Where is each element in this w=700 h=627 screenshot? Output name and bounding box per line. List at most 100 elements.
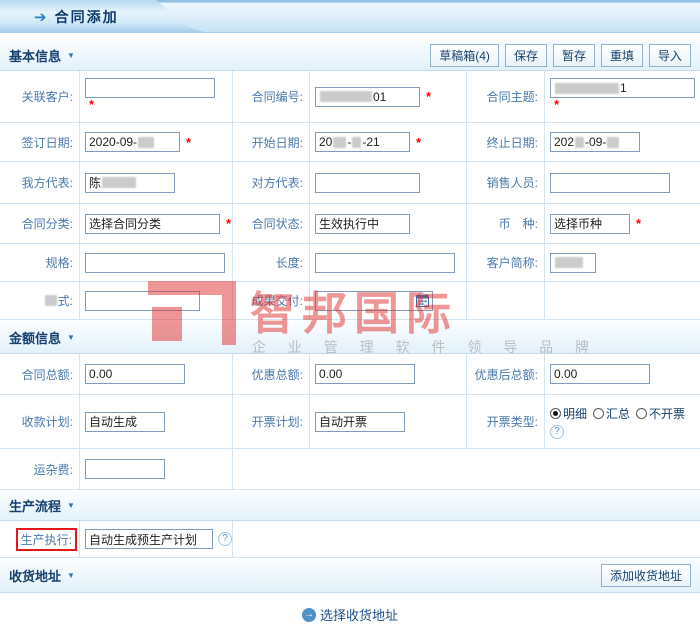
cust-abbr-label: 客户简称: [467,244,545,281]
caret-down-icon: ▼ [67,51,75,60]
category-label: 合同分类: [0,204,80,243]
section-basic-title: 基本信息 [9,46,61,65]
temp-save-button[interactable]: 暂存 [553,44,595,67]
end-date-label: 终止日期: [467,123,545,161]
category-input[interactable] [85,214,220,234]
invoice-plan-input[interactable] [315,412,405,432]
discount-input[interactable] [315,364,415,384]
top-tab-bar: ➔ 合同添加 [0,0,700,33]
freight-label: 运杂费: [0,449,80,489]
circle-arrow-icon: → [302,608,316,622]
select-address-link[interactable]: → 选择收货地址 [302,602,398,627]
contract-no-visible: 01 [373,90,386,104]
add-address-button[interactable]: 添加收货地址 [601,564,691,587]
spec-label: 规格: [0,244,80,281]
row-basic-6: 式: 成果交付: [0,282,700,320]
total-label: 合同总额: [0,354,80,394]
related-customer-input[interactable] [85,78,215,98]
end-date-part: 202 [554,135,574,149]
discount-label: 优惠总额: [233,354,310,394]
start-date-input[interactable]: 20--21 [315,132,410,152]
footer: → 选择收货地址 [0,593,700,627]
row-basic-3: 我方代表: 陈 对方代表: 销售人员: [0,162,700,204]
select-address-link-text: 选择收货地址 [320,605,398,624]
production-exec-input[interactable] [85,529,213,549]
spec-input[interactable] [85,253,225,273]
caret-down-icon: ▼ [67,501,75,510]
radio-invoice-none-label[interactable]: 不开票 [649,405,685,422]
sign-date-visible: 2020-09- [89,135,137,149]
section-production-toggle[interactable]: 生产流程 ▼ [9,496,75,515]
sign-date-label: 签订日期: [0,123,80,161]
start-date-label: 开始日期: [233,123,310,161]
radio-invoice-detail[interactable] [550,408,561,419]
start-date-part: -21 [362,135,379,149]
redacted-text [555,83,619,94]
radio-invoice-detail-label[interactable]: 明细 [563,405,587,422]
cust-abbr-input[interactable] [550,253,596,273]
section-amount-toggle[interactable]: 金额信息 ▼ [9,328,75,347]
empty-cell [467,282,545,319]
start-date-part: 20 [319,135,332,149]
section-address: 收货地址 ▼ 添加收货地址 [0,558,700,593]
row-basic-1: 关联客户: * 合同编号: 01 * 合同主题: 1 * [0,71,700,123]
invoice-plan-label: 开票计划: [233,395,310,448]
radio-invoice-summary[interactable] [593,408,604,419]
reset-button[interactable]: 重填 [601,44,643,67]
payment-plan-input[interactable] [85,412,165,432]
mode-label: 式: [0,282,80,319]
save-button[interactable]: 保存 [505,44,547,67]
title-arrow-icon: ➔ [34,8,47,26]
subject-input[interactable]: 1 [550,78,695,98]
our-rep-visible: 陈 [89,174,101,191]
mode-label-text: 式: [58,292,73,309]
radio-invoice-none[interactable] [636,408,647,419]
our-rep-input[interactable]: 陈 [85,173,175,193]
empty-cell [233,449,700,489]
status-input[interactable] [315,214,410,234]
redacted-text [333,137,346,148]
caret-down-icon: ▼ [67,333,75,342]
sign-date-input[interactable]: 2020-09- [85,132,180,152]
redacted-text [45,295,57,306]
currency-label: 币 种: [467,204,545,243]
status-label: 合同状态: [233,204,310,243]
subject-label: 合同主题: [467,71,545,122]
end-date-input[interactable]: 202-09- [550,132,640,152]
sales-input[interactable] [550,173,670,193]
required-mark: * [636,216,641,231]
total-input[interactable] [85,364,185,384]
caret-down-icon: ▼ [67,571,75,580]
radio-invoice-summary-label[interactable]: 汇总 [606,405,630,422]
redacted-text [607,137,619,148]
contract-no-label: 合同编号: [233,71,310,122]
delivery-input[interactable] [315,291,433,311]
payment-plan-label: 收款计划: [0,395,80,448]
section-amount-title: 金额信息 [9,328,61,347]
section-address-title: 收货地址 [9,566,61,585]
row-amount-3: 运杂费: [0,449,700,490]
section-basic-info: 基本信息 ▼ 草稿箱(4) 保存 暂存 重填 导入 [0,39,700,71]
production-exec-label-highlight: 生产执行: [16,528,77,551]
redacted-text [320,91,372,102]
currency-input[interactable] [550,214,630,234]
redacted-text [102,177,136,188]
help-icon[interactable]: ? [218,532,232,546]
contract-no-input[interactable]: 01 [315,87,420,107]
row-amount-1: 合同总额: 优惠总额: 优惠后总额: [0,354,700,395]
freight-input[interactable] [85,459,165,479]
import-button[interactable]: 导入 [649,44,691,67]
their-rep-input[interactable] [315,173,420,193]
section-address-toggle[interactable]: 收货地址 ▼ [9,566,75,585]
mode-input[interactable] [85,291,200,311]
after-discount-input[interactable] [550,364,650,384]
redacted-text [352,137,361,148]
calendar-icon[interactable] [416,294,429,307]
length-input[interactable] [315,253,455,273]
section-basic-toggle[interactable]: 基本信息 ▼ [9,46,75,65]
required-mark: * [426,89,431,104]
help-icon[interactable]: ? [550,425,564,439]
row-amount-2: 收款计划: 开票计划: 开票类型: 明细 汇总 不开票 ? [0,395,700,449]
draftbox-button[interactable]: 草稿箱(4) [430,44,499,67]
empty-cell [233,521,700,557]
